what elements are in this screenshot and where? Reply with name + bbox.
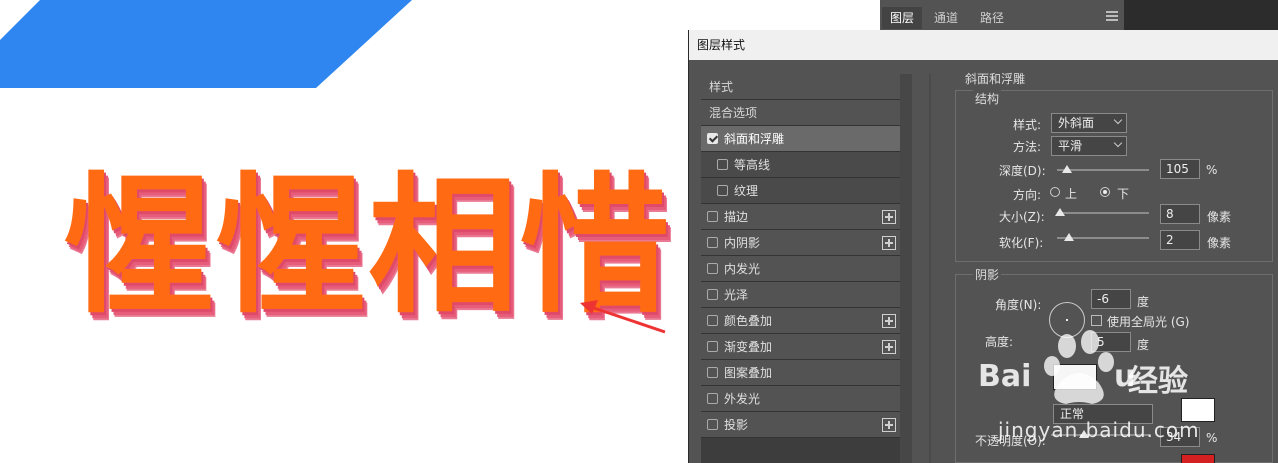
style-label: 样式: (1013, 118, 1042, 132)
style-checkbox[interactable] (707, 133, 718, 144)
technique-select[interactable]: 平滑 (1051, 136, 1127, 156)
blue-shape (0, 0, 412, 88)
style-item-label: 内发光 (724, 262, 761, 276)
size-slider[interactable] (1055, 208, 1149, 216)
direction-up-radio[interactable] (1050, 187, 1060, 197)
style-item-label: 图案叠加 (724, 366, 773, 380)
style-checkbox[interactable] (707, 315, 718, 326)
style-checkbox[interactable] (707, 393, 718, 404)
tab-layers[interactable]: 图层 (882, 7, 923, 29)
style-item-label: 渐变叠加 (724, 340, 773, 354)
style-item[interactable]: 内阴影 (701, 230, 900, 256)
depth-unit: % (1206, 163, 1218, 177)
watermark-jingyan: 经验 (1128, 364, 1188, 399)
style-item[interactable]: 内发光 (701, 256, 900, 282)
technique-label: 方法: (1013, 140, 1042, 154)
depth-slider[interactable] (1057, 165, 1149, 173)
style-checkbox[interactable] (707, 237, 718, 248)
chevron-down-icon (1113, 115, 1123, 125)
style-item[interactable]: 图案叠加 (701, 360, 900, 386)
size-label: 大小(Z): (999, 210, 1045, 224)
style-item-label: 内阴影 (724, 236, 761, 250)
style-item[interactable]: 投影 (701, 412, 900, 438)
soften-input[interactable]: 2 (1160, 230, 1200, 250)
styles-list: 样式混合选项斜面和浮雕等高线纹理描边内阴影内发光光泽颜色叠加渐变叠加图案叠加外发… (701, 74, 912, 463)
add-style-icon[interactable] (882, 340, 896, 354)
panel-menu-icon[interactable] (1106, 11, 1118, 21)
dialog-title: 图层样式 (689, 30, 1278, 60)
style-item[interactable]: 斜面和浮雕 (701, 126, 900, 152)
angle-input[interactable]: -6 (1091, 289, 1131, 309)
styles-scrollbar[interactable] (900, 74, 912, 463)
direction-down-radio[interactable] (1100, 187, 1110, 197)
style-select[interactable]: 外斜面 (1051, 113, 1127, 133)
style-checkbox[interactable] (707, 289, 718, 300)
angle-unit: 度 (1137, 295, 1150, 309)
style-item-label: 样式 (709, 80, 734, 94)
style-checkbox[interactable] (707, 419, 718, 430)
shading-title: 阴影 (973, 266, 1002, 283)
style-item[interactable]: 混合选项 (701, 100, 900, 126)
soften-label: 软化(F): (999, 236, 1044, 250)
add-style-icon[interactable] (882, 210, 896, 224)
size-slider-thumb[interactable] (1055, 208, 1066, 216)
panel-divider (929, 74, 931, 463)
style-item-label: 斜面和浮雕 (724, 132, 785, 146)
style-item-label: 纹理 (734, 184, 759, 198)
style-checkbox[interactable] (717, 159, 728, 170)
soften-unit: 像素 (1207, 236, 1232, 250)
style-item-label: 投影 (724, 418, 749, 432)
style-item[interactable]: 光泽 (701, 282, 900, 308)
add-style-icon[interactable] (882, 314, 896, 328)
chevron-down-icon (1113, 138, 1123, 148)
depth-input[interactable]: 105 (1160, 159, 1200, 179)
tab-channels[interactable]: 通道 (926, 7, 966, 29)
direction-label: 方向: (1013, 188, 1042, 202)
style-checkbox[interactable] (707, 367, 718, 378)
style-select-value: 外斜面 (1058, 116, 1095, 130)
tab-paths[interactable]: 路径 (972, 7, 1012, 29)
style-item-label: 外发光 (724, 392, 761, 406)
svg-text:Bai: Bai (978, 359, 1031, 394)
technique-select-value: 平滑 (1058, 139, 1083, 153)
angle-label: 角度(N): (995, 298, 1042, 312)
direction-up-label: 上 (1065, 187, 1078, 201)
watermark-url: jingyan.baidu.com (998, 418, 1200, 442)
structure-title: 结构 (973, 90, 1002, 107)
layers-panel: 图层 通道 路径 (880, 0, 1124, 34)
style-item-label: 颜色叠加 (724, 314, 773, 328)
depth-label: 深度(D): (999, 164, 1046, 178)
dark-panel-area (1124, 0, 1278, 30)
shadow-color-swatch[interactable] (1181, 454, 1215, 463)
bevel-section-title: 斜面和浮雕 (965, 72, 1026, 86)
style-checkbox[interactable] (707, 263, 718, 274)
style-checkbox[interactable] (707, 211, 718, 222)
depth-slider-thumb[interactable] (1061, 165, 1072, 173)
style-item[interactable]: 样式 (701, 74, 900, 100)
size-input[interactable]: 8 (1160, 204, 1200, 224)
canvas-area: 惺惺相惜 图层 通道 路径 图层样式 样式 混合选项 斜面和浮雕 等高线 纹理 描边 内阴影… (0, 0, 1278, 463)
style-item[interactable]: 等高线 (701, 152, 900, 178)
style-item[interactable]: 渐变叠加 (701, 334, 900, 360)
size-unit: 像素 (1207, 210, 1232, 224)
soften-slider[interactable] (1057, 233, 1149, 241)
add-style-icon[interactable] (882, 236, 896, 250)
red-arrow-left (580, 300, 666, 334)
style-item[interactable]: 描边 (701, 204, 900, 230)
style-item[interactable]: 颜色叠加 (701, 308, 900, 334)
direction-down-label: 下 (1117, 187, 1130, 201)
style-item-label: 光泽 (724, 288, 749, 302)
style-item-label: 等高线 (734, 158, 771, 172)
style-item-label: 描边 (724, 210, 749, 224)
style-item[interactable]: 外发光 (701, 386, 900, 412)
style-checkbox[interactable] (707, 341, 718, 352)
style-checkbox[interactable] (717, 185, 728, 196)
style-item[interactable]: 纹理 (701, 178, 900, 204)
soften-slider-thumb[interactable] (1063, 233, 1074, 241)
style-item-label: 混合选项 (709, 106, 758, 120)
add-style-icon[interactable] (882, 418, 896, 432)
